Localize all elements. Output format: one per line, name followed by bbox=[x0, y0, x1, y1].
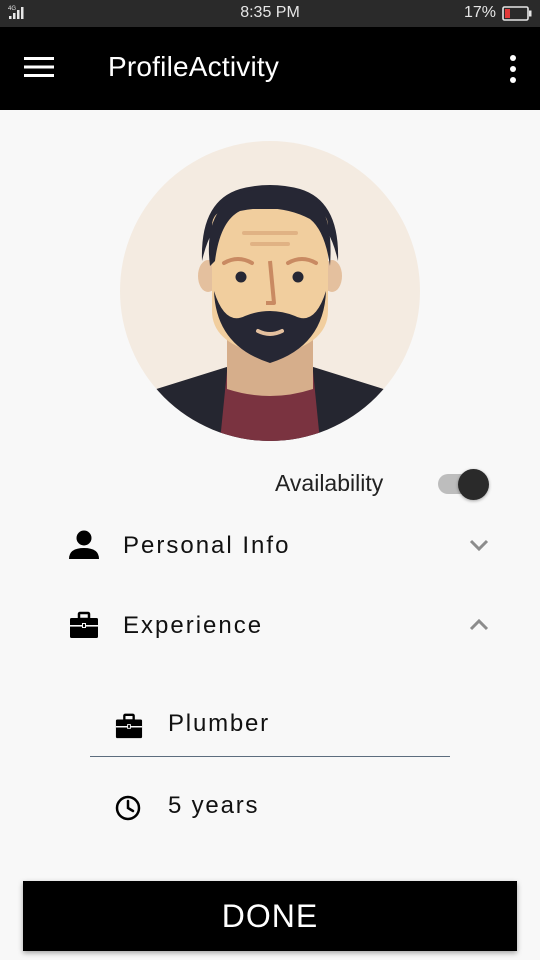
app-bar: ProfileActivity bbox=[0, 27, 540, 110]
person-icon bbox=[68, 530, 100, 560]
hamburger-menu-icon[interactable] bbox=[24, 55, 60, 83]
experience-label: Experience bbox=[123, 612, 264, 639]
availability-toggle[interactable] bbox=[436, 468, 492, 500]
clock-time: 8:35 PM bbox=[240, 4, 300, 21]
battery-percentage: 17% bbox=[463, 4, 496, 21]
experience-duration-input[interactable]: 5 years bbox=[168, 792, 438, 820]
battery-icon bbox=[502, 6, 532, 26]
personal-info-section[interactable]: Personal Info bbox=[60, 517, 500, 573]
experience-section[interactable]: Experience bbox=[60, 597, 500, 653]
toggle-thumb bbox=[458, 469, 489, 500]
occupation-field[interactable]: Plumber bbox=[90, 696, 450, 757]
briefcase-icon bbox=[68, 610, 100, 640]
briefcase-icon bbox=[114, 712, 144, 740]
done-button[interactable]: DONE bbox=[23, 881, 517, 951]
page-title: ProfileActivity bbox=[108, 51, 280, 82]
clock-icon bbox=[114, 794, 144, 822]
availability-label: Availability bbox=[275, 470, 384, 496]
status-bar: 4G 8:35 PM 17% bbox=[0, 0, 540, 27]
chevron-down-icon[interactable] bbox=[468, 535, 490, 555]
experience-duration-field[interactable]: 5 years bbox=[90, 778, 450, 838]
chevron-up-icon[interactable] bbox=[468, 615, 490, 635]
occupation-input[interactable]: Plumber bbox=[168, 710, 438, 738]
personal-info-label: Personal Info bbox=[123, 532, 291, 559]
avatar bbox=[120, 141, 420, 441]
more-vert-icon[interactable] bbox=[506, 53, 520, 85]
